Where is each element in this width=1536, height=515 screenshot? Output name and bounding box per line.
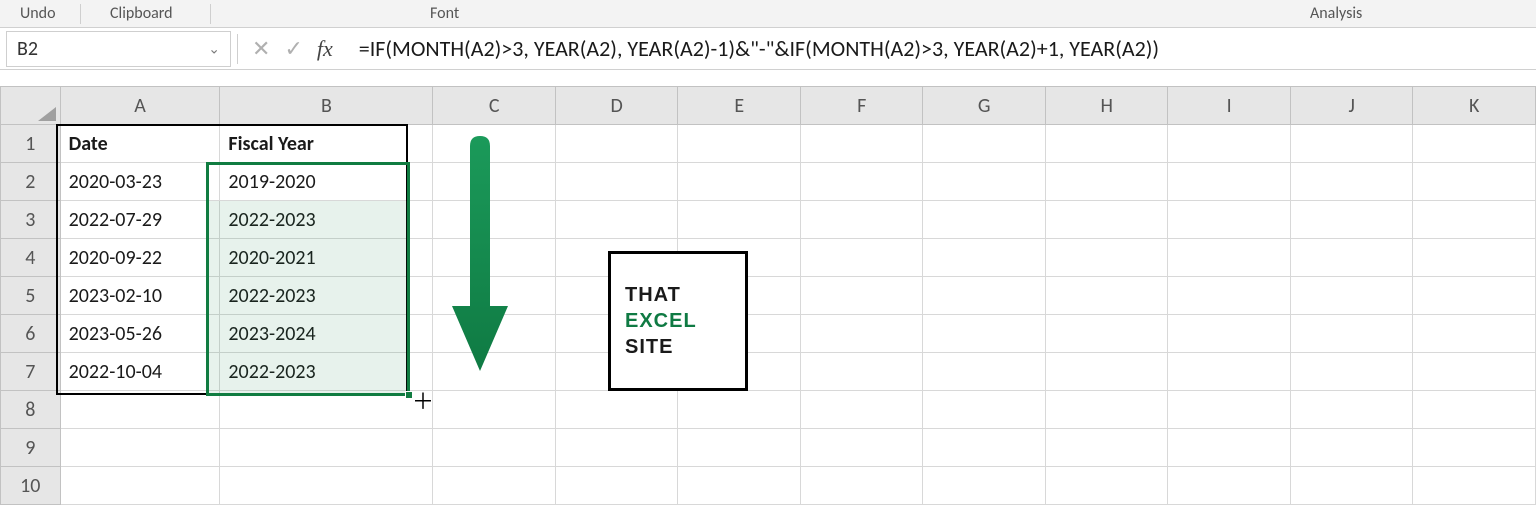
name-box[interactable]: B2 ⌄ (6, 31, 231, 67)
ribbon-group-font[interactable]: Font (430, 4, 459, 23)
cancel-icon[interactable]: ✕ (252, 35, 270, 62)
ribbon-group-undo[interactable]: Undo (20, 4, 56, 23)
col-header-F[interactable]: F (800, 87, 923, 125)
col-header-E[interactable]: E (678, 87, 801, 125)
cell-G2[interactable] (923, 163, 1046, 201)
col-header-J[interactable]: J (1290, 87, 1413, 125)
ribbon-group-row: Undo Clipboard Font Analysis (0, 0, 1536, 28)
cell-A2[interactable]: 2020-03-23 (60, 163, 220, 201)
col-header-G[interactable]: G (923, 87, 1046, 125)
insert-function-icon[interactable]: fx (317, 36, 333, 62)
row-header-5[interactable]: 5 (1, 277, 61, 315)
cell-E2[interactable] (678, 163, 801, 201)
cell-E1[interactable] (678, 125, 801, 163)
row-header-4[interactable]: 4 (1, 239, 61, 277)
row-header-7[interactable]: 7 (1, 353, 61, 391)
ribbon-group-analysis[interactable]: Analysis (1310, 4, 1362, 23)
logo-line-3: SITE (625, 334, 697, 360)
arrow-down-icon (450, 136, 510, 376)
cell-B2[interactable]: 2019-2020 (220, 163, 433, 201)
select-all-triangle[interactable] (1, 87, 61, 125)
col-header-B[interactable]: B (220, 87, 433, 125)
col-header-I[interactable]: I (1168, 87, 1291, 125)
row-header-8[interactable]: 8 (1, 391, 61, 429)
cell-K2[interactable] (1413, 163, 1536, 201)
ribbon-group-clipboard[interactable]: Clipboard (110, 4, 173, 23)
cell-H1[interactable] (1045, 125, 1168, 163)
cell-A6[interactable]: 2023-05-26 (60, 315, 220, 353)
name-box-dropdown-icon[interactable]: ⌄ (208, 40, 220, 57)
logo-line-2: EXCEL (625, 308, 697, 334)
row-header-2[interactable]: 2 (1, 163, 61, 201)
formula-bar: B2 ⌄ ✕ ✓ fx =IF(MONTH(A2)>3, YEAR(A2), Y… (0, 28, 1536, 70)
cell-B3[interactable]: 2022-2023 (220, 201, 433, 239)
cell-G1[interactable] (923, 125, 1046, 163)
name-box-value: B2 (17, 37, 38, 61)
logo-line-1: THAT (625, 282, 697, 308)
cell-A4[interactable]: 2020-09-22 (60, 239, 220, 277)
cell-F2[interactable] (800, 163, 923, 201)
cell-D1[interactable] (555, 125, 678, 163)
row-header-9[interactable]: 9 (1, 429, 61, 467)
cell-A1[interactable]: Date (60, 125, 220, 163)
cell-D2[interactable] (555, 163, 678, 201)
cell-H2[interactable] (1045, 163, 1168, 201)
cell-B4[interactable]: 2020-2021 (220, 239, 433, 277)
cell-A5[interactable]: 2023-02-10 (60, 277, 220, 315)
enter-icon[interactable]: ✓ (284, 35, 302, 62)
cell-B6[interactable]: 2023-2024 (220, 315, 433, 353)
logo-box: THAT EXCEL SITE (608, 251, 748, 391)
cell-I2[interactable] (1168, 163, 1291, 201)
row-header-3[interactable]: 3 (1, 201, 61, 239)
cell-F1[interactable] (800, 125, 923, 163)
col-header-A[interactable]: A (60, 87, 220, 125)
row-header-10[interactable]: 10 (1, 467, 61, 505)
cell-A7[interactable]: 2022-10-04 (60, 353, 220, 391)
col-header-D[interactable]: D (555, 87, 678, 125)
cell-B5[interactable]: 2022-2023 (220, 277, 433, 315)
cell-J2[interactable] (1290, 163, 1413, 201)
cell-I1[interactable] (1168, 125, 1291, 163)
row-header-6[interactable]: 6 (1, 315, 61, 353)
cell-J1[interactable] (1290, 125, 1413, 163)
col-header-K[interactable]: K (1413, 87, 1536, 125)
formula-input[interactable]: =IF(MONTH(A2)>3, YEAR(A2), YEAR(A2)-1)&"… (333, 35, 1159, 62)
worksheet-grid[interactable]: A B C D E F G H I J K 1 Date Fiscal Year (0, 86, 1536, 505)
cell-B1[interactable]: Fiscal Year (220, 125, 433, 163)
col-header-H[interactable]: H (1045, 87, 1168, 125)
cell-K1[interactable] (1413, 125, 1536, 163)
row-header-1[interactable]: 1 (1, 125, 61, 163)
cell-B7[interactable]: 2022-2023 (220, 353, 433, 391)
cell-A3[interactable]: 2022-07-29 (60, 201, 220, 239)
col-header-C[interactable]: C (433, 87, 556, 125)
